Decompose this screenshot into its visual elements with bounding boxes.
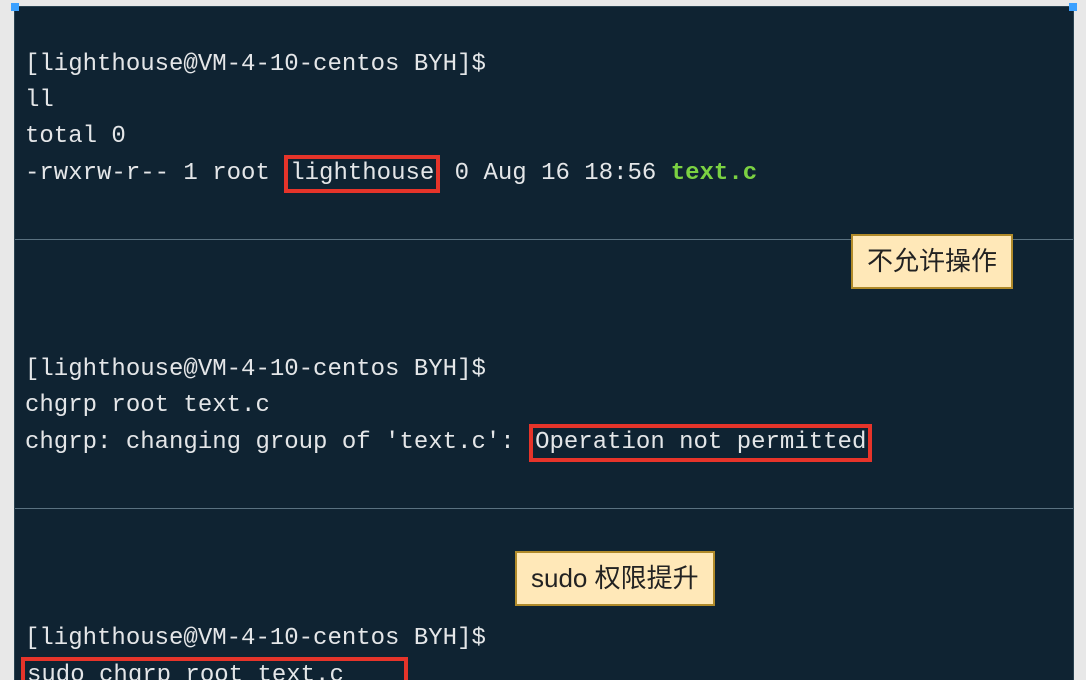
annotation-sudo-elevate: sudo 权限提升: [515, 551, 715, 606]
command-chgrp: chgrp root text.c: [25, 392, 270, 419]
highlight-error: Operation not permitted: [529, 424, 872, 462]
blank-line: [25, 320, 39, 347]
terminal-block-2: 不允许操作 [lighthouse@VM-4-10-centos BYH]$ c…: [15, 240, 1073, 509]
command-ll: ll: [25, 87, 54, 114]
highlight-group-lighthouse: lighthouse: [284, 155, 440, 193]
terminal-block-1: [lighthouse@VM-4-10-centos BYH]$ ll tota…: [15, 7, 1073, 240]
ls-line-start: -rwxrw-r-- 1 root: [25, 160, 284, 187]
highlight-sudo-command: sudo chgrp root text.c: [21, 657, 408, 680]
ls-line-mid: 0 Aug 16 18:56: [440, 160, 670, 187]
prompt: [lighthouse@VM-4-10-centos BYH]$: [25, 625, 486, 652]
prompt: [lighthouse@VM-4-10-centos BYH]$: [25, 51, 486, 78]
terminal-window: [lighthouse@VM-4-10-centos BYH]$ ll tota…: [14, 6, 1074, 680]
error-prefix: chgrp: changing group of 'text.c':: [25, 429, 529, 456]
terminal-block-3: sudo 权限提升 [lighthouse@VM-4-10-centos BYH…: [15, 509, 1073, 680]
annotation-not-allowed: 不允许操作: [851, 234, 1013, 289]
filename: text.c: [671, 160, 757, 187]
prompt: [lighthouse@VM-4-10-centos BYH]$: [25, 356, 486, 383]
output-total: total 0: [25, 123, 126, 150]
blank-line: [25, 589, 39, 616]
